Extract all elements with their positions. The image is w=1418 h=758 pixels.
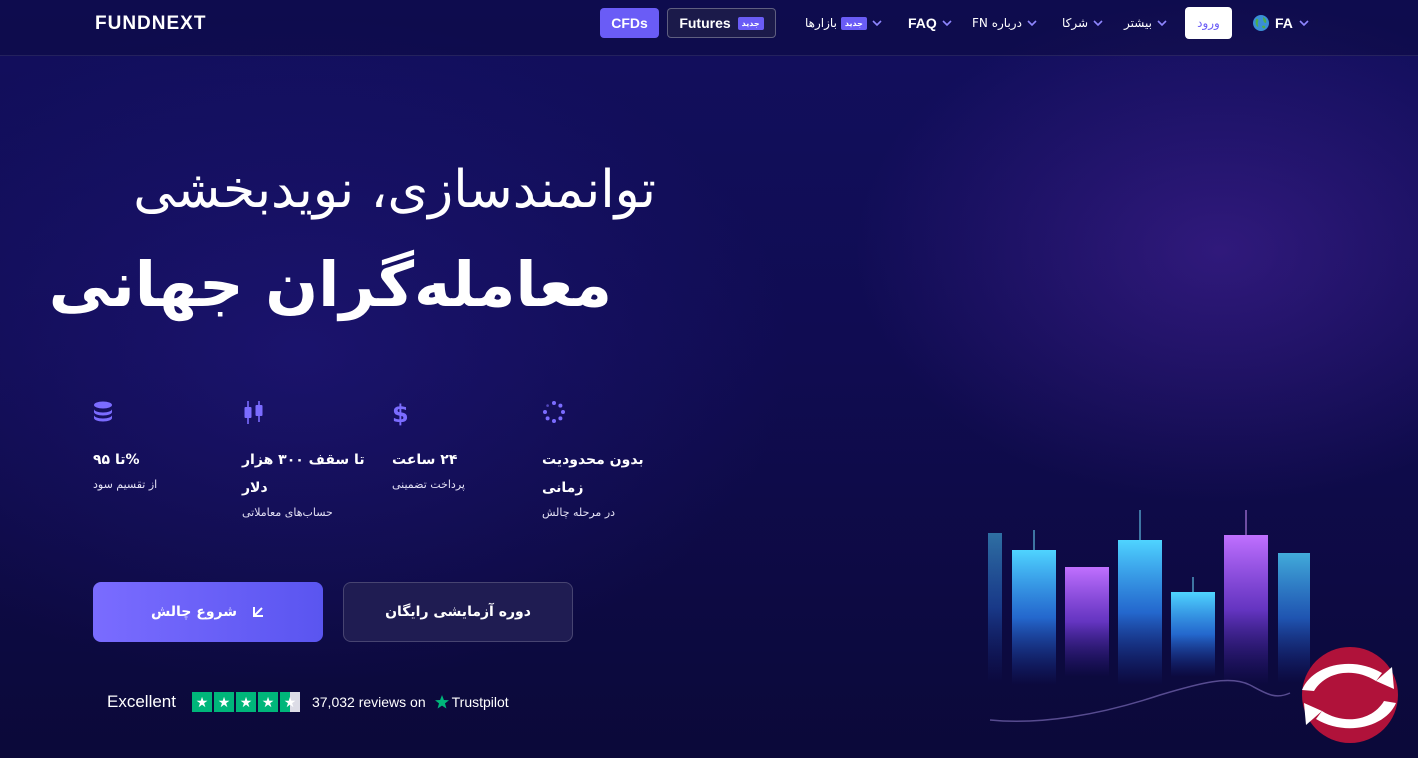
hero-headline-line1: توانمندسازی، نویدبخشی: [133, 160, 656, 220]
loading-circle-icon: [543, 401, 565, 423]
refresh-widget-icon[interactable]: [1292, 645, 1404, 745]
feature-description: در مرحله چالش: [542, 506, 616, 519]
star-rating: ★ ★ ★ ★ ★: [191, 692, 300, 712]
nav-item-markets[interactable]: بازارها جدید: [805, 13, 883, 33]
nav-item-partners-label: شرکا: [1062, 16, 1089, 30]
hero-headline-line2: معامله‌گران جهانی: [48, 248, 612, 321]
trustpilot-brand-label: Trustpilot: [451, 694, 509, 710]
start-challenge-label: شروع چالش: [150, 604, 237, 620]
dollar-icon: $: [392, 400, 409, 428]
reviews-count: 37,032 reviews on: [311, 694, 426, 710]
feature-payout: $ ۲۴ ساعت پرداخت تضمینی: [392, 400, 522, 494]
nav-item-partners[interactable]: شرکا: [1062, 13, 1104, 33]
nav-item-about-label: FN درباره: [972, 16, 1022, 30]
nav-item-more-label: بیشتر: [1124, 16, 1152, 30]
globe-icon: [1253, 15, 1269, 31]
chevron-down-icon: [1299, 20, 1309, 27]
feature-title: بدون محدودیت زمانی: [542, 452, 644, 496]
feature-account-size: تا سقف ۳۰۰ هزار دلار حساب‌های معاملاتی: [242, 400, 372, 522]
new-badge: جدید: [840, 16, 867, 30]
feature-description: حساب‌های معاملاتی: [242, 506, 333, 519]
top-navigation-bar: FUNDNEXT CFDs Futures جدید بازارها جدید …: [0, 0, 1418, 56]
feature-profit-split: %تا ۹۵ از تقسیم سود: [93, 400, 223, 494]
star-icon: ★: [279, 692, 300, 712]
language-selector[interactable]: FA: [1252, 13, 1310, 33]
chevron-down-icon: [1027, 20, 1037, 27]
fundnext-logo[interactable]: FUNDNEXT: [95, 13, 206, 35]
feature-description: از تقسیم سود: [93, 478, 158, 491]
chevron-down-icon: [942, 20, 952, 27]
feature-description: پرداخت تضمینی: [392, 478, 465, 491]
tab-futures-label: Futures: [679, 15, 731, 31]
start-challenge-button[interactable]: شروع چالش: [93, 582, 323, 642]
feature-no-time-limit: بدون محدودیت زمانی در مرحله چالش: [542, 400, 672, 522]
trustpilot-star-icon: [434, 695, 449, 709]
new-badge: جدید: [737, 16, 764, 30]
nav-item-about[interactable]: FN درباره: [972, 13, 1038, 33]
arrow-icon: [253, 607, 263, 617]
star-icon: ★: [235, 692, 256, 712]
tab-cfds-label: CFDs: [611, 15, 648, 31]
rating-text: Excellent: [107, 692, 176, 711]
nav-item-more[interactable]: بیشتر: [1124, 13, 1168, 33]
coins-stack-icon: [94, 401, 112, 422]
trustpilot-logo: Trustpilot: [434, 694, 509, 710]
free-trial-label: دوره آزمایشی رایگان: [385, 604, 531, 620]
chevron-down-icon: [1093, 20, 1103, 27]
nav-item-faq[interactable]: FAQ: [908, 13, 953, 33]
login-button[interactable]: ورود: [1185, 7, 1232, 39]
candlestick-icon: [244, 401, 263, 424]
language-label: FA: [1275, 15, 1293, 31]
feature-title: ۲۴ ساعت: [392, 452, 458, 468]
tab-cfds[interactable]: CFDs: [600, 8, 659, 38]
tab-futures[interactable]: Futures جدید: [667, 8, 776, 38]
star-icon: ★: [213, 692, 234, 712]
svg-text:$: $: [392, 400, 409, 426]
star-icon: ★: [191, 692, 212, 712]
nav-item-markets-label: بازارها: [805, 16, 837, 30]
chevron-down-icon: [1157, 20, 1167, 27]
feature-title: تا سقف ۳۰۰ هزار دلار: [242, 452, 365, 496]
free-trial-button[interactable]: دوره آزمایشی رایگان: [343, 582, 573, 642]
star-icon: ★: [257, 692, 278, 712]
glowing-bars-illustration: [988, 510, 1310, 722]
nav-item-faq-label: FAQ: [908, 15, 937, 31]
chevron-down-icon: [872, 20, 882, 27]
trustpilot-rating[interactable]: Excellent ★ ★ ★ ★ ★ 37,032 reviews on Trustp…: [107, 690, 509, 714]
feature-title: %تا ۹۵: [93, 452, 140, 468]
